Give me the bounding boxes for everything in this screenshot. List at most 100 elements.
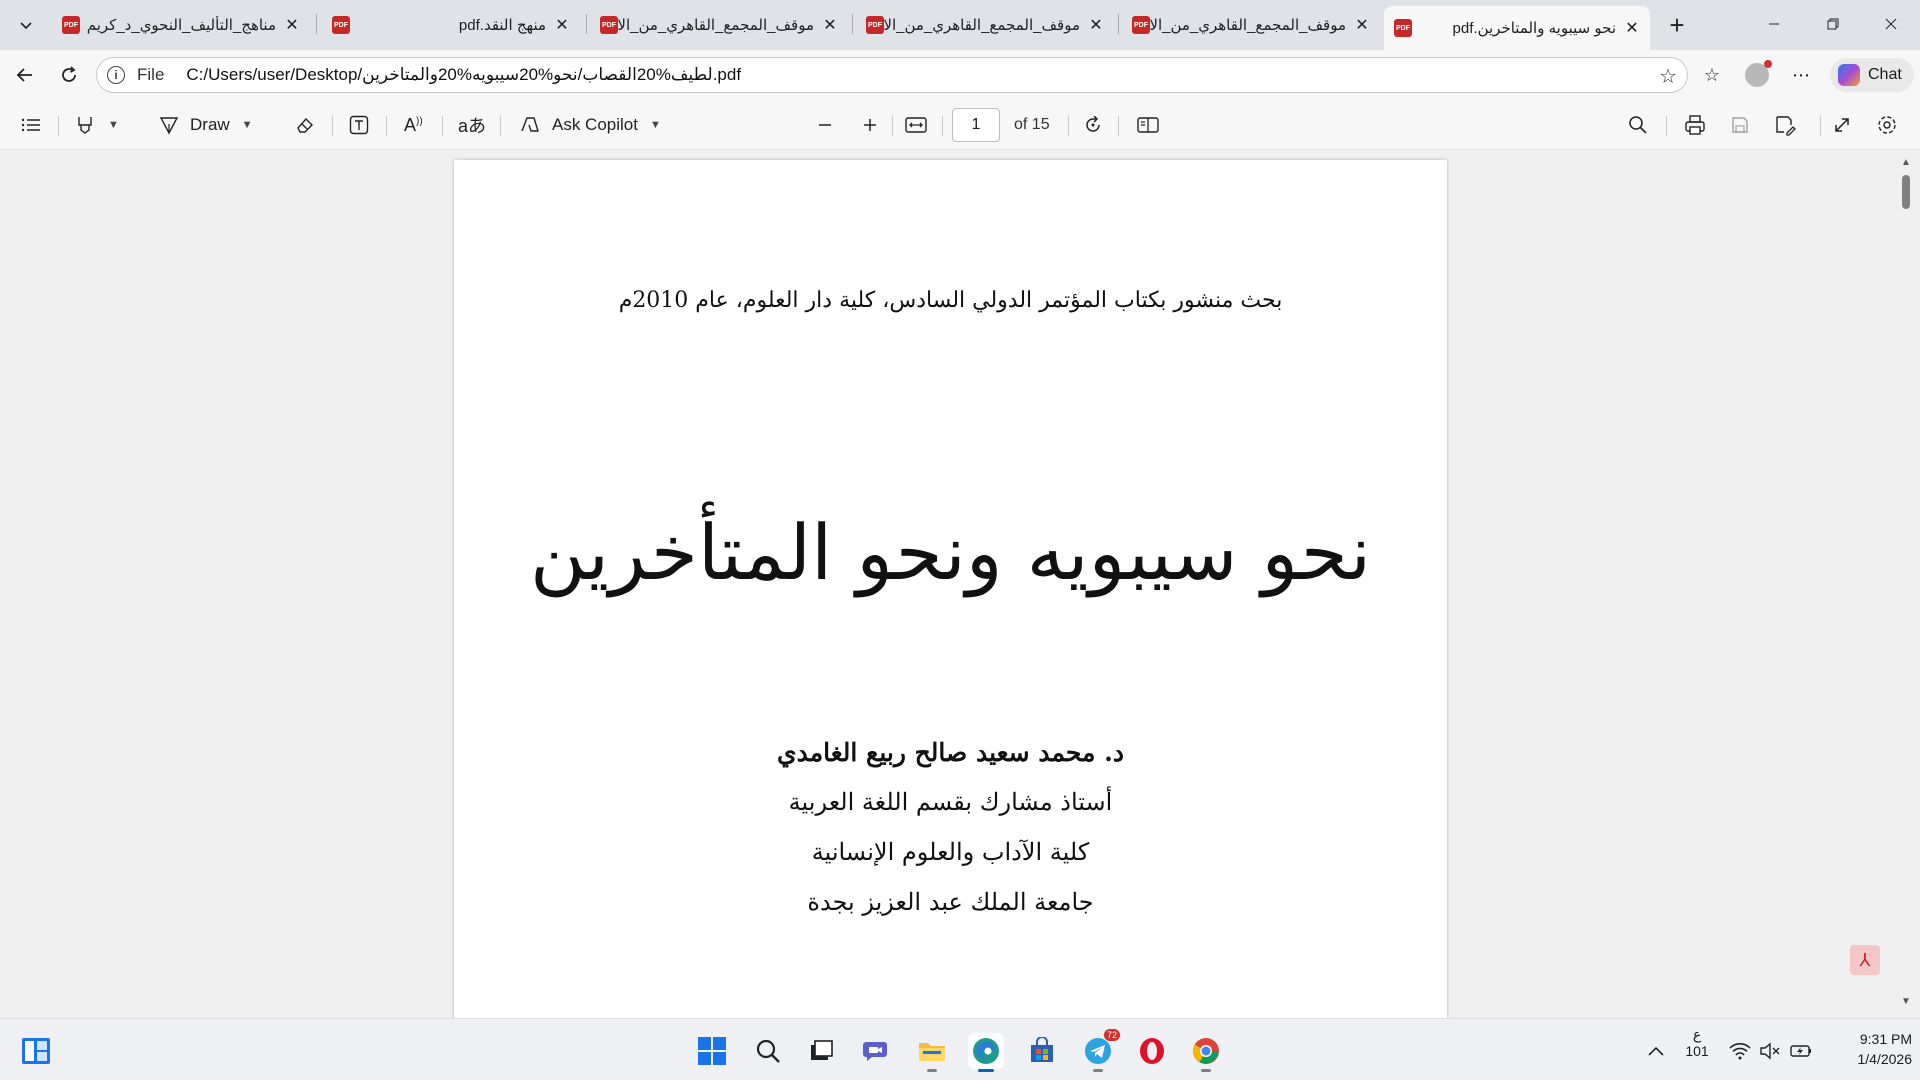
address-bar[interactable]: i File C:/Users/user/Desktop/لطيف%20القص…: [96, 57, 1688, 93]
gear-icon: [1878, 116, 1896, 134]
pdf-viewer[interactable]: بحث منشور بكتاب المؤتمر الدولي السادس، ك…: [0, 151, 1920, 1018]
url-text[interactable]: C:/Users/user/Desktop/لطيف%20القصاب/نحو%…: [186, 65, 741, 85]
tab-2[interactable]: PDF منهج النقد.pdf ✕: [322, 8, 580, 42]
refresh-button[interactable]: [54, 60, 84, 90]
minimize-button[interactable]: [1745, 0, 1803, 48]
highlighter-icon: [78, 117, 92, 134]
avatar: [1745, 60, 1772, 87]
task-view-icon: [811, 1040, 833, 1060]
telegram-button[interactable]: 72: [1080, 1029, 1120, 1072]
chat-label: Chat: [1868, 66, 1902, 83]
back-button[interactable]: [10, 60, 40, 90]
page-number-input[interactable]: 1: [952, 108, 1000, 142]
close-window-button[interactable]: [1862, 0, 1920, 48]
chevron-down-icon[interactable]: ▼: [108, 119, 119, 131]
fit-width-icon: [905, 117, 927, 133]
notification-badge: 72: [1103, 1029, 1120, 1041]
task-view-button[interactable]: [804, 1033, 840, 1069]
close-icon[interactable]: ✕: [554, 15, 570, 35]
pdf-settings-button[interactable]: [1876, 110, 1898, 140]
text-box-icon: [349, 115, 369, 135]
copilot-chat-button[interactable]: Chat: [1830, 58, 1914, 92]
start-button[interactable]: [694, 1033, 730, 1069]
restore-button[interactable]: [1804, 0, 1862, 48]
favorites-button[interactable]: ☆: [1699, 62, 1725, 88]
profile-button[interactable]: [1744, 60, 1772, 88]
clock[interactable]: 9:31 PM 1/4/2026: [1836, 1031, 1913, 1067]
taskbar-search-button[interactable]: [750, 1033, 786, 1069]
running-indicator: [978, 1069, 994, 1072]
page-view-icon: [1137, 117, 1159, 133]
favorites-icon: ☆: [1703, 64, 1721, 85]
adobe-acrobat-icon[interactable]: ⅄: [1850, 945, 1880, 975]
tab-1[interactable]: PDF مناهج_التأليف_النحوي_د_كريم ✕: [52, 8, 310, 42]
address-toolbar: i File C:/Users/user/Desktop/لطيف%20القص…: [0, 50, 1920, 100]
close-icon[interactable]: ✕: [822, 15, 838, 35]
keyboard-language[interactable]: ع 101: [1684, 1026, 1710, 1059]
toolbar-divider: [1820, 116, 1821, 136]
search-button[interactable]: [1628, 110, 1648, 140]
tab-3[interactable]: PDF موقف_المجمع_القاهري_من_الا ✕: [590, 8, 848, 42]
tab-active[interactable]: PDF نحو سيبويه والمتاخرين.pdf ✕: [1384, 6, 1650, 50]
close-icon[interactable]: ✕: [1088, 15, 1104, 35]
draw-button[interactable]: Draw ▼: [158, 110, 253, 140]
scroll-up-arrow-icon[interactable]: ▲: [1901, 157, 1911, 168]
favorite-star-icon[interactable]: ☆: [1659, 64, 1677, 89]
zoom-in-button[interactable]: [861, 110, 879, 140]
toolbar-divider: [58, 116, 59, 136]
ask-copilot-button[interactable]: Ask Copilot ▼: [518, 110, 661, 140]
zoom-out-button[interactable]: [816, 110, 834, 140]
toolbar-divider: [942, 116, 943, 136]
file-explorer-button[interactable]: [914, 1033, 950, 1072]
printer-icon: [1685, 115, 1705, 135]
tab-5[interactable]: PDF موقف_المجمع_القاهري_من_الا ✕: [1122, 8, 1380, 42]
fullscreen-button[interactable]: [1832, 110, 1852, 140]
save-as-icon: [1776, 116, 1796, 136]
edge-button[interactable]: [968, 1033, 1004, 1072]
speaker-muted-icon: [1760, 1042, 1780, 1060]
pdf-icon: PDF: [62, 16, 80, 34]
close-icon[interactable]: ✕: [1354, 15, 1370, 35]
microsoft-store-button[interactable]: [1024, 1033, 1060, 1069]
save-button[interactable]: [1730, 110, 1750, 140]
fit-to-width-button[interactable]: [904, 110, 928, 140]
close-icon[interactable]: ✕: [284, 15, 300, 35]
copilot-icon: [521, 117, 539, 132]
chevron-down-icon[interactable]: ▼: [242, 119, 253, 131]
tab-title: موقف_المجمع_القاهري_من_الا: [618, 17, 814, 34]
highlight-button[interactable]: ▼: [74, 110, 119, 140]
show-hidden-icons-button[interactable]: [1638, 1033, 1674, 1069]
settings-more-button[interactable]: ⋯: [1788, 62, 1814, 88]
widgets-button[interactable]: [18, 1033, 54, 1069]
page-view-button[interactable]: [1136, 110, 1160, 140]
print-button[interactable]: [1684, 110, 1706, 140]
close-icon[interactable]: ✕: [1624, 18, 1640, 38]
translate-button[interactable]: aあ: [458, 110, 486, 140]
pdf-icon: PDF: [866, 16, 884, 34]
close-icon: [1885, 18, 1897, 30]
pdf-page: بحث منشور بكتاب المؤتمر الدولي السادس، ك…: [454, 160, 1447, 1018]
erase-button[interactable]: [294, 110, 316, 140]
search-icon: [1629, 116, 1647, 134]
scroll-down-arrow-icon[interactable]: ▼: [1901, 996, 1911, 1007]
new-tab-button[interactable]: +: [1662, 10, 1692, 40]
chevron-down-icon[interactable]: ▼: [650, 119, 661, 131]
add-text-button[interactable]: [348, 110, 370, 140]
tab-4[interactable]: PDF موقف_المجمع_القاهري_من_الا ✕: [856, 8, 1114, 42]
read-aloud-button[interactable]: A)): [404, 110, 423, 140]
scrollbar-thumb[interactable]: [1902, 175, 1910, 209]
teams-meet-button[interactable]: [858, 1033, 894, 1069]
opera-button[interactable]: [1134, 1033, 1170, 1069]
windows-icon: [698, 1037, 726, 1065]
contents-button[interactable]: [20, 110, 42, 140]
quick-settings-button[interactable]: [1726, 1033, 1816, 1069]
search-icon: [756, 1039, 780, 1063]
rotate-button[interactable]: [1082, 110, 1104, 140]
tab-actions-menu-button[interactable]: [10, 10, 42, 40]
chrome-button[interactable]: [1188, 1033, 1224, 1072]
vertical-scrollbar[interactable]: ▲ ▼: [1896, 151, 1916, 1018]
tab-title: منهج النقد.pdf: [458, 17, 546, 34]
save-as-button[interactable]: [1774, 110, 1796, 140]
info-icon[interactable]: i: [107, 66, 125, 84]
chevron-up-icon: [1648, 1046, 1664, 1056]
